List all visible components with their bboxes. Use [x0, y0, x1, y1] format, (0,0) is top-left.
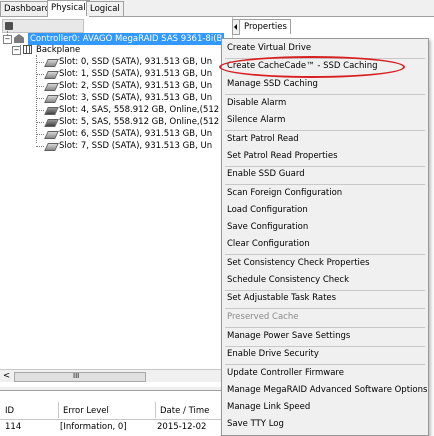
collapse-toggle-icon[interactable]: −	[12, 46, 21, 55]
backplane-icon	[23, 45, 32, 54]
menu-item-enable-ssd-guard[interactable]: Enable SSD Guard	[227, 167, 425, 182]
menu-item-manage-power-save-settings[interactable]: Manage Power Save Settings	[227, 329, 425, 344]
slot-label[interactable]: Slot: 5, SAS, 558.912 GB, Online,(512	[59, 116, 219, 128]
menu-item-update-controller-firmware[interactable]: Update Controller Firmware	[227, 366, 425, 381]
menu-item-enable-drive-security[interactable]: Enable Drive Security	[227, 347, 425, 362]
log-cell-error-level[interactable]: [Information, 0]	[60, 421, 127, 433]
menu-item-save-configuration[interactable]: Save Configuration	[227, 220, 425, 235]
log-cell-date-time[interactable]: 2015-12-02	[157, 421, 206, 433]
view-tab-bar: Dashboard Physical Logical	[0, 0, 434, 17]
menu-item-set-patrol-read-properties[interactable]: Set Patrol Read Properties	[227, 149, 425, 164]
backplane-label[interactable]: Backplane	[36, 44, 80, 56]
drive-icon	[44, 83, 59, 91]
menu-item-set-adjustable-task-rates[interactable]: Set Adjustable Task Rates	[227, 291, 425, 306]
tree-slot-row[interactable]: Slot: 7, SSD (SATA), 931.513 GB, Un	[44, 140, 230, 152]
controller-icon	[14, 34, 24, 43]
menu-item-disable-alarm[interactable]: Disable Alarm	[227, 96, 425, 111]
tab-properties[interactable]: Properties	[239, 19, 291, 34]
collapse-left-icon	[234, 24, 237, 30]
tree-slot-row[interactable]: Slot: 3, SSD (SATA), 931.513 GB, Un	[44, 92, 230, 104]
slot-label[interactable]: Slot: 2, SSD (SATA), 931.513 GB, Un	[59, 80, 212, 92]
menu-item-silence-alarm[interactable]: Silence Alarm	[227, 113, 425, 128]
device-tree-pane: − Controller0: AVAGO MegaRAID SAS 9361-8…	[0, 17, 233, 379]
menu-item-preserved-cache: Preserved Cache	[227, 312, 299, 322]
menu-item-load-configuration[interactable]: Load Configuration	[227, 203, 425, 218]
slot-label[interactable]: Slot: 4, SAS, 558.912 GB, Online,(512	[59, 104, 219, 116]
drive-icon	[44, 107, 59, 115]
scroll-left-arrow-icon[interactable]: <	[3, 370, 10, 382]
drive-icon	[44, 119, 59, 127]
menu-item-create-virtual-drive[interactable]: Create Virtual Drive	[227, 41, 425, 56]
tree-slot-row[interactable]: Slot: 0, SSD (SATA), 931.513 GB, Un	[44, 56, 230, 68]
thumb-grip: III	[73, 372, 80, 380]
tree-slot-row[interactable]: Slot: 4, SAS, 558.912 GB, Online,(512	[44, 104, 230, 116]
tree-slot-row[interactable]: Slot: 5, SAS, 558.912 GB, Online,(512	[44, 116, 230, 128]
tree-slot-row[interactable]: Slot: 2, SSD (SATA), 931.513 GB, Un	[44, 80, 230, 92]
tab-logical[interactable]: Logical	[86, 1, 124, 16]
menu-item-manage-ssd-caching[interactable]: Manage SSD Caching	[227, 77, 425, 92]
drive-icon	[44, 131, 59, 139]
column-header-id[interactable]: ID	[5, 404, 14, 418]
column-header-error-level[interactable]: Error Level	[63, 404, 109, 418]
slot-label[interactable]: Slot: 7, SSD (SATA), 931.513 GB, Un	[59, 140, 212, 152]
menu-item-manage-advanced-software-options[interactable]: Manage MegaRAID Advanced Software Option…	[227, 383, 427, 398]
slot-label[interactable]: Slot: 0, SSD (SATA), 931.513 GB, Un	[59, 56, 212, 68]
computer-icon	[5, 22, 13, 30]
tree-backplane-row[interactable]: − Backplane	[12, 44, 212, 56]
column-header-date-time[interactable]: Date / Time	[160, 404, 209, 418]
menu-item-clear-configuration[interactable]: Clear Configuration	[227, 237, 425, 252]
highlight-annotation-ring	[219, 56, 405, 78]
menu-item-set-consistency-check-properties[interactable]: Set Consistency Check Properties	[227, 256, 425, 271]
collapse-toggle-icon[interactable]: −	[3, 35, 12, 44]
slot-label[interactable]: Slot: 3, SSD (SATA), 931.513 GB, Un	[59, 92, 212, 104]
tab-dashboard[interactable]: Dashboard	[0, 1, 55, 16]
slot-label[interactable]: Slot: 1, SSD (SATA), 931.513 GB, Un	[59, 68, 212, 80]
menu-item-schedule-consistency-check[interactable]: Schedule Consistency Check	[227, 273, 425, 288]
menu-item-scan-foreign-configuration[interactable]: Scan Foreign Configuration	[227, 186, 425, 201]
drive-icon	[44, 59, 59, 67]
scrollbar-thumb[interactable]: III	[14, 372, 146, 382]
menu-item-start-patrol-read[interactable]: Start Patrol Read	[227, 132, 425, 147]
slot-label[interactable]: Slot: 6, SSD (SATA), 931.513 GB, Un	[59, 128, 212, 140]
tab-physical[interactable]: Physical	[47, 0, 90, 17]
host-node[interactable]	[2, 19, 84, 33]
controller-context-menu: Create Virtual Drive Create CacheCade™ -…	[221, 38, 429, 436]
tree-slot-row[interactable]: Slot: 6, SSD (SATA), 931.513 GB, Un	[44, 128, 230, 140]
drive-icon	[44, 95, 59, 103]
drive-icon	[44, 71, 59, 79]
tree-slot-row[interactable]: Slot: 1, SSD (SATA), 931.513 GB, Un	[44, 68, 230, 80]
menu-item-save-tty-log[interactable]: Save TTY Log	[227, 417, 425, 432]
drive-icon	[44, 143, 59, 151]
menu-item-manage-link-speed[interactable]: Manage Link Speed	[227, 400, 425, 415]
log-cell-id[interactable]: 114	[5, 421, 21, 433]
